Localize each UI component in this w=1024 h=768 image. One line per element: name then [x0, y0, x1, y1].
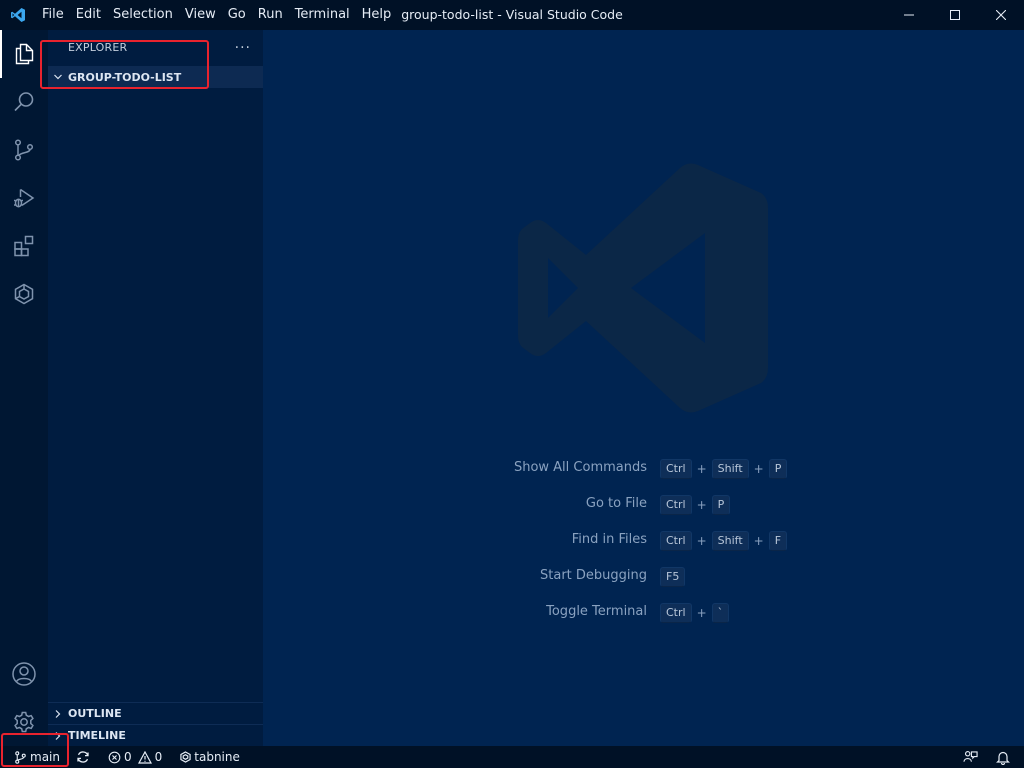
warning-icon [137, 750, 152, 764]
git-branch-icon [15, 750, 26, 764]
key-cap: P [711, 495, 731, 515]
minimize-icon [904, 14, 914, 16]
chevron-right-icon [48, 731, 68, 741]
activity-bar [0, 30, 48, 746]
tabnine-status-item[interactable]: tabnine [168, 746, 246, 768]
window-controls [886, 0, 1024, 30]
search-icon[interactable] [0, 78, 48, 126]
menu-bar: File Edit Selection View Go Run Terminal… [36, 0, 397, 30]
bell-icon [996, 751, 1010, 765]
close-button[interactable] [978, 0, 1024, 30]
menu-go[interactable]: Go [222, 0, 252, 30]
keybinding: Ctrl + Shift + P [660, 458, 788, 480]
status-bar: main 0 0 tabnine [0, 746, 1024, 768]
outline-label: OUTLINE [68, 707, 122, 720]
shortcut-row: Find in Files Ctrl + Shift + F [263, 530, 1024, 552]
key-cap: Shift [711, 459, 749, 479]
sidebar-title: EXPLORER [68, 41, 128, 54]
feedback-icon [963, 750, 978, 762]
tabnine-label: tabnine [194, 750, 240, 764]
accounts-icon[interactable] [0, 650, 48, 698]
warning-count: 0 [154, 750, 163, 764]
menu-help[interactable]: Help [356, 0, 398, 30]
key-cap: P [768, 459, 788, 479]
outline-section[interactable]: OUTLINE [48, 702, 263, 724]
menu-run[interactable]: Run [252, 0, 289, 30]
status-bar-right [957, 746, 1016, 768]
maximize-icon [950, 10, 960, 20]
key-cap: F [768, 531, 788, 551]
chevron-right-icon [48, 709, 68, 719]
vscode-logo-icon [0, 0, 36, 30]
key-cap: Ctrl [660, 495, 692, 515]
extensions-icon[interactable] [0, 222, 48, 270]
menu-file[interactable]: File [36, 0, 70, 30]
close-icon [996, 10, 1006, 20]
manage-gear-icon[interactable] [0, 698, 48, 746]
folder-name: GROUP-TODO-LIST [68, 70, 182, 84]
key-cap: Ctrl [660, 459, 692, 479]
key-cap: ` [711, 603, 730, 623]
title-bar: File Edit Selection View Go Run Terminal… [0, 0, 1024, 30]
tabnine-icon[interactable] [0, 270, 48, 318]
explorer-icon[interactable] [0, 30, 48, 78]
notifications-button[interactable] [990, 746, 1016, 768]
shortcut-row: Show All Commands Ctrl + Shift + P [263, 458, 1024, 480]
keybinding: F5 [660, 566, 686, 588]
sync-button[interactable] [66, 746, 96, 768]
menu-view[interactable]: View [179, 0, 222, 30]
key-cap: Shift [711, 531, 749, 551]
shortcut-row: Toggle Terminal Ctrl + ` [263, 602, 1024, 624]
key-cap: Ctrl [660, 531, 692, 551]
shortcut-label: Start Debugging [540, 568, 647, 583]
editor-area: Show All Commands Ctrl + Shift + P Go to F… [263, 30, 1024, 746]
menu-selection[interactable]: Selection [107, 0, 179, 30]
problems-status-item[interactable]: 0 0 [96, 746, 168, 768]
timeline-label: TIMELINE [68, 729, 126, 742]
shortcut-row: Start Debugging F5 [263, 566, 1024, 588]
keybinding: Ctrl + ` [660, 602, 730, 624]
tabnine-status-icon [180, 751, 191, 763]
sidebar-bottom-sections: OUTLINE TIMELINE [48, 702, 263, 746]
shortcut-label: Go to File [585, 496, 647, 511]
feedback-button[interactable] [957, 746, 984, 768]
run-debug-icon[interactable] [0, 174, 48, 222]
sync-icon [77, 751, 89, 763]
branch-name: main [30, 750, 60, 764]
chevron-down-icon [48, 72, 68, 82]
minimize-button[interactable] [886, 0, 932, 30]
keybinding: Ctrl + Shift + F [660, 530, 788, 552]
menu-edit[interactable]: Edit [70, 0, 107, 30]
maximize-button[interactable] [932, 0, 978, 30]
shortcut-label: Find in Files [571, 532, 647, 547]
folder-section-group-todo-list[interactable]: GROUP-TODO-LIST [48, 66, 263, 88]
sidebar-header: EXPLORER ··· [48, 30, 263, 65]
timeline-section[interactable]: TIMELINE [48, 724, 263, 746]
more-actions-button[interactable]: ··· [235, 41, 251, 55]
shortcut-row: Go to File Ctrl + P [263, 494, 1024, 516]
menu-terminal[interactable]: Terminal [289, 0, 356, 30]
error-icon [108, 751, 121, 763]
branch-status-item[interactable]: main [0, 746, 66, 768]
shortcut-label: Show All Commands [513, 460, 647, 475]
error-count: 0 [123, 750, 132, 764]
source-control-icon[interactable] [0, 126, 48, 174]
key-cap: Ctrl [660, 603, 692, 623]
vscode-watermark-icon [518, 163, 768, 413]
keybinding: Ctrl + P [660, 494, 731, 516]
key-cap: F5 [660, 567, 686, 587]
explorer-sidebar: EXPLORER ··· GROUP-TODO-LIST OUTLINE TIM… [48, 30, 263, 746]
shortcut-label: Toggle Terminal [546, 604, 647, 619]
